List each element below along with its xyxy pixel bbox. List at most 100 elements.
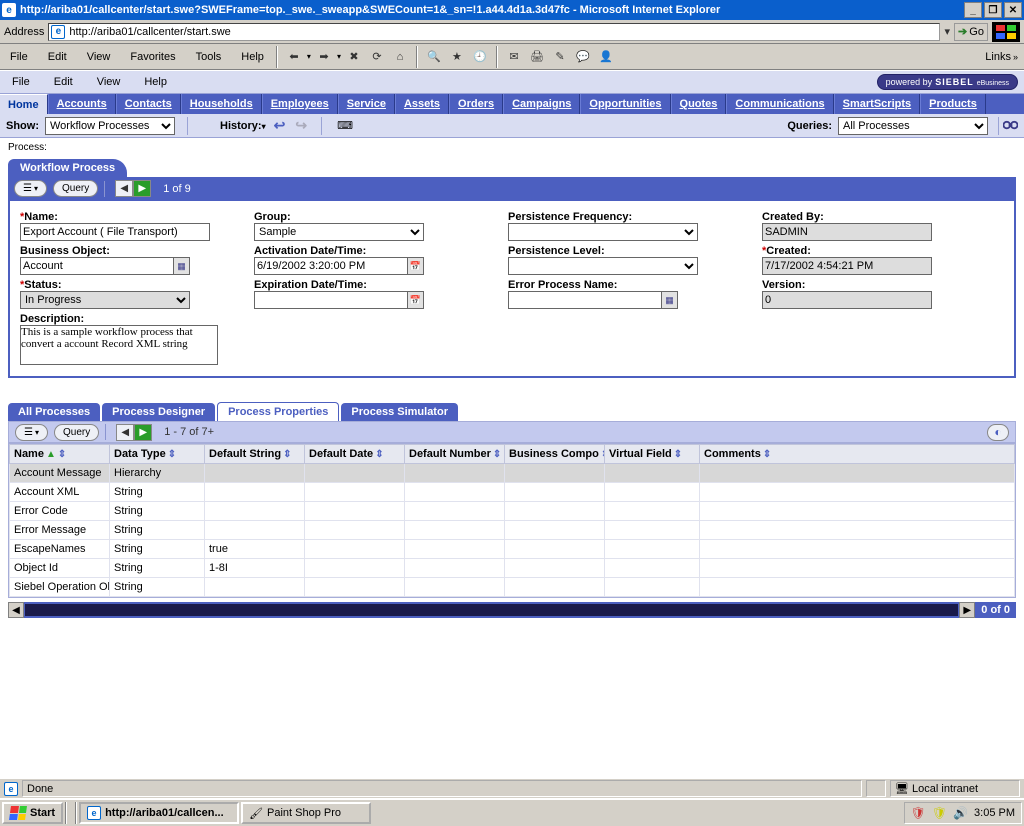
table-cell[interactable] [405,521,505,540]
tab-communications[interactable]: Communications [726,94,833,114]
error-process-field[interactable] [508,291,678,309]
persistence-level-select[interactable] [508,257,698,275]
ie-menu-help[interactable]: Help [231,51,274,63]
activation-date-field[interactable] [254,257,424,275]
ie-menu-favorites[interactable]: Favorites [120,51,185,63]
table-cell[interactable] [305,464,405,483]
applet1-menu-button[interactable]: ☰▾ [14,180,47,197]
col-comments[interactable]: Comments⇕ [700,445,1015,464]
table-cell[interactable]: Siebel Operation Ob [10,578,110,597]
tray-clock[interactable]: 3:05 PM [974,807,1015,819]
table-cell[interactable] [700,540,1015,559]
table-cell[interactable] [605,464,700,483]
table-cell[interactable] [305,483,405,502]
table-cell[interactable] [405,464,505,483]
table-cell[interactable]: 1-8I [205,559,305,578]
table-cell[interactable] [605,502,700,521]
table-row[interactable]: Error MessageString [10,521,1015,540]
col-business-compo[interactable]: Business Compo⇕ [505,445,605,464]
scroll-left-icon[interactable]: ◀ [8,602,24,618]
back-button[interactable]: ⬅ [284,47,304,67]
col-datatype[interactable]: Data Type⇕ [110,445,205,464]
business-object-pick-icon[interactable]: ▦ [173,258,189,274]
subtab-process-properties[interactable]: Process Properties [217,402,339,421]
applet2-query-button[interactable]: Query [54,424,99,441]
print-icon[interactable]: 🖨 [527,47,547,67]
table-cell[interactable]: true [205,540,305,559]
edit-icon[interactable]: ✎ [550,47,570,67]
show-select[interactable]: Workflow Processes [45,117,175,135]
discuss-icon[interactable]: 💬 [573,47,593,67]
description-textarea[interactable]: This is a sample workflow process that c… [20,325,218,365]
applet2-menu-button[interactable]: ☰▾ [15,424,48,441]
app-menu-view[interactable]: View [85,76,133,88]
table-row[interactable]: Account XMLString [10,483,1015,502]
table-cell[interactable] [205,521,305,540]
ie-menu-view[interactable]: View [77,51,121,63]
table-cell[interactable] [505,464,605,483]
history-back-icon[interactable]: ↩ [272,117,288,134]
queries-select[interactable]: All Processes [838,117,988,135]
tray-av-icon[interactable]: 🛡 [932,806,947,820]
applet1-prev-button[interactable]: ◀ [115,180,133,197]
table-cell[interactable] [505,540,605,559]
tab-quotes[interactable]: Quotes [671,94,727,114]
table-cell[interactable] [700,521,1015,540]
bottom-scrollbar[interactable]: ◀ ▶ 0 of 0 [8,602,1016,618]
restore-button[interactable]: ❐ [984,2,1002,18]
close-button[interactable]: ✕ [1004,2,1022,18]
table-cell[interactable] [505,483,605,502]
table-cell[interactable] [205,483,305,502]
status-select[interactable]: In Progress [20,291,190,309]
tab-home[interactable]: Home [0,94,48,114]
go-button[interactable]: ➔Go [954,23,988,41]
tray-shield-icon[interactable]: 🛡 [911,806,926,820]
ie-menu-file[interactable]: File [0,51,38,63]
table-row[interactable]: Error CodeString [10,502,1015,521]
expiration-date-field[interactable] [254,291,424,309]
applet2-settings-button[interactable]: ◐ [987,424,1009,441]
table-cell[interactable] [305,502,405,521]
group-select[interactable]: Sample [254,223,424,241]
table-cell[interactable]: Account XML [10,483,110,502]
table-cell[interactable] [605,559,700,578]
table-cell[interactable] [505,578,605,597]
table-cell[interactable] [505,521,605,540]
table-cell[interactable] [605,483,700,502]
table-cell[interactable]: String [110,559,205,578]
table-row[interactable]: Object IdString1-8I [10,559,1015,578]
start-button[interactable]: Start [2,802,63,824]
table-cell[interactable]: String [110,483,205,502]
table-cell[interactable]: Object Id [10,559,110,578]
table-cell[interactable] [700,483,1015,502]
mail-icon[interactable]: ✉ [504,47,524,67]
subtab-process-simulator[interactable]: Process Simulator [341,403,458,421]
col-name[interactable]: Name▲⇕ [10,445,110,464]
favorites-icon[interactable]: ★ [447,47,467,67]
table-cell[interactable]: String [110,578,205,597]
table-cell[interactable]: Error Message [10,521,110,540]
col-default-number[interactable]: Default Number⇕ [405,445,505,464]
address-input[interactable] [48,23,940,41]
table-cell[interactable] [700,578,1015,597]
table-cell[interactable] [405,578,505,597]
sitemap-icon[interactable]: ⌨ [334,118,356,134]
tab-smartscripts[interactable]: SmartScripts [834,94,920,114]
table-cell[interactable]: String [110,521,205,540]
app-menu-help[interactable]: Help [132,76,179,88]
table-cell[interactable] [405,540,505,559]
error-process-pick-icon[interactable]: ▦ [661,292,677,308]
refresh-icon[interactable]: ⟳ [367,47,387,67]
name-field[interactable] [20,223,210,241]
table-cell[interactable]: String [110,540,205,559]
applet1-query-button[interactable]: Query [53,180,98,197]
table-cell[interactable]: EscapeNames [10,540,110,559]
taskbar-item-psp[interactable]: 🖌 Paint Shop Pro [241,802,371,824]
search-icon[interactable]: 🔍 [424,47,444,67]
tab-accounts[interactable]: Accounts [48,94,116,114]
col-default-date[interactable]: Default Date⇕ [305,445,405,464]
related-icon[interactable]: 👤 [596,47,616,67]
tab-opportunities[interactable]: Opportunities [580,94,670,114]
minimize-button[interactable]: _ [964,2,982,18]
tab-service[interactable]: Service [338,94,395,114]
